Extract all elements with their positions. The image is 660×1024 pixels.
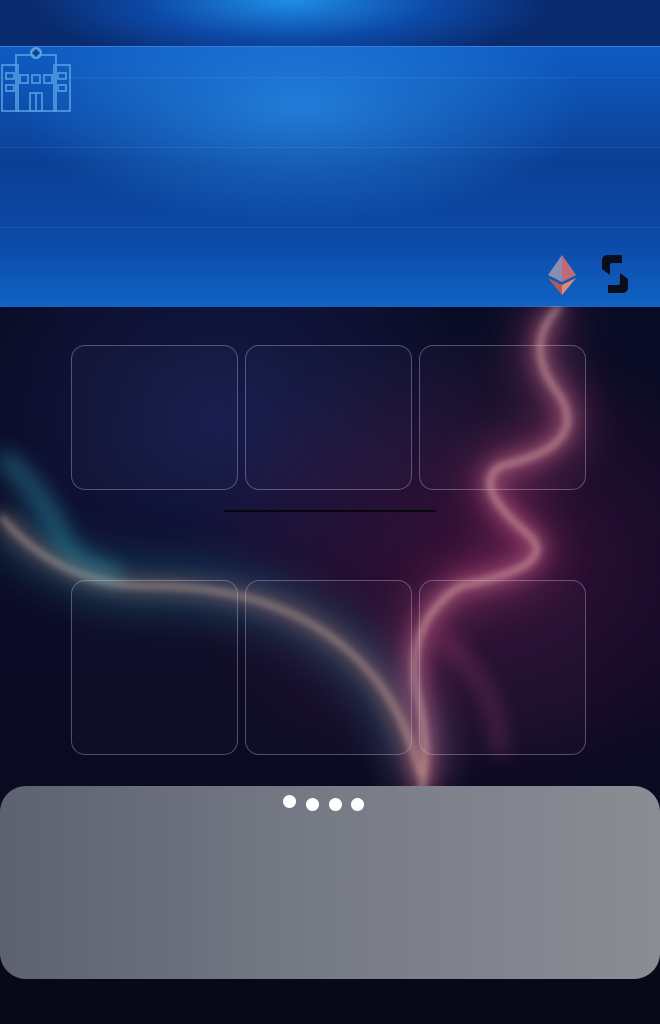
app-tile-3[interactable]	[419, 345, 586, 490]
top-glow-strip	[0, 0, 660, 48]
section-divider	[224, 510, 436, 512]
page-dot[interactable]	[329, 798, 342, 811]
app-tile-1[interactable]	[71, 345, 238, 490]
app-tile-4[interactable]	[71, 580, 238, 755]
header-panel	[0, 46, 660, 307]
app-tile-2[interactable]	[245, 345, 412, 490]
header-line	[0, 77, 660, 78]
header-line	[0, 147, 660, 148]
app-tile-6[interactable]	[419, 580, 586, 755]
sync-icon[interactable]	[600, 253, 630, 295]
ethereum-icon[interactable]	[548, 255, 576, 295]
hospital-icon[interactable]	[0, 47, 72, 113]
home-screen	[0, 0, 660, 1024]
app-tile-5[interactable]	[245, 580, 412, 755]
header-line	[0, 227, 660, 228]
dock-panel	[0, 786, 660, 979]
page-dot[interactable]	[283, 795, 296, 808]
page-dot[interactable]	[351, 798, 364, 811]
page-indicator[interactable]	[280, 793, 380, 813]
page-dot[interactable]	[306, 798, 319, 811]
